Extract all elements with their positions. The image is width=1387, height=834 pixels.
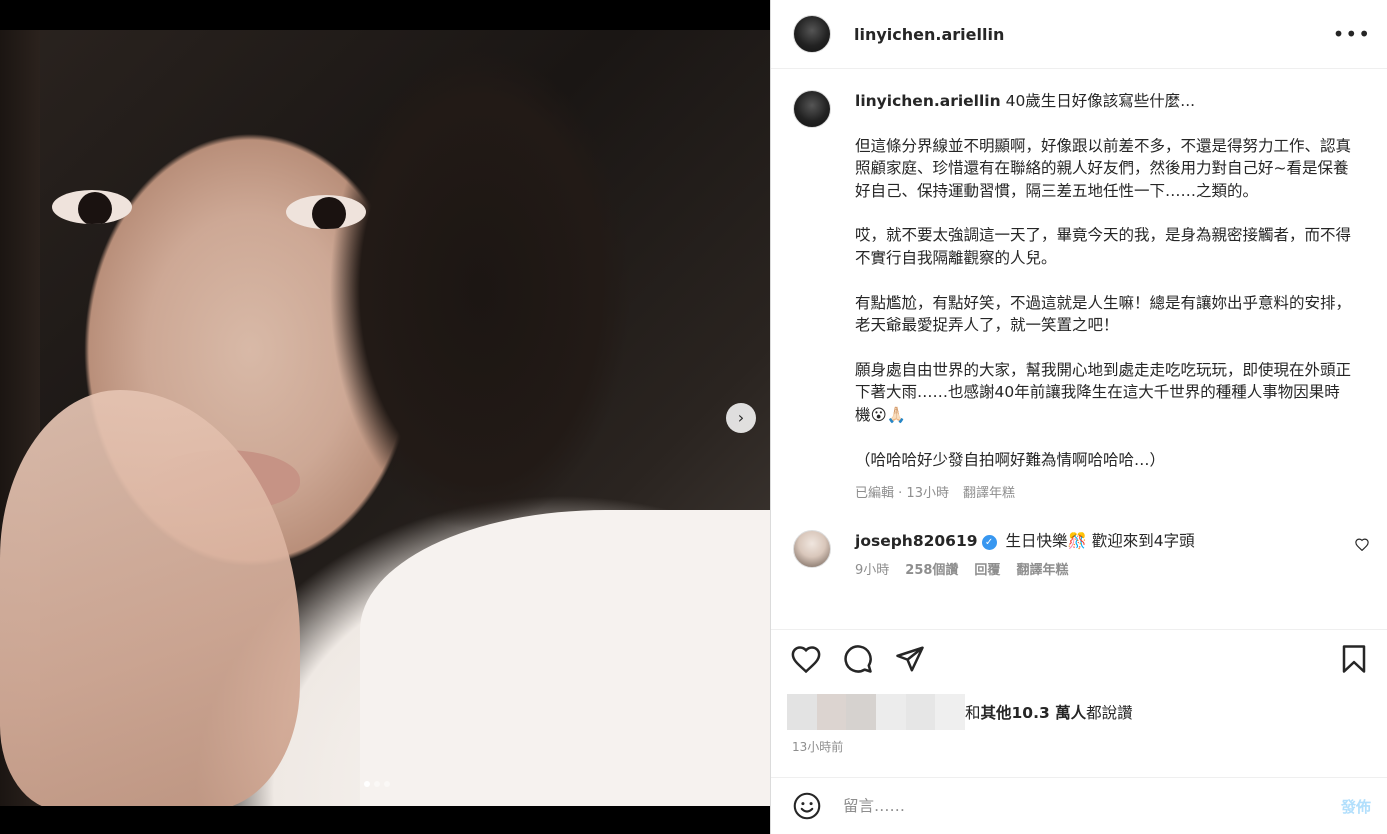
- action-bar: [789, 642, 1371, 676]
- blurred-liker-names: [787, 694, 966, 730]
- comment-line: joseph820619 ✓ 生日快樂🎊 歡迎來到4字頭: [855, 530, 1195, 552]
- photo-eye: [52, 190, 132, 224]
- avatar[interactable]: [793, 90, 831, 128]
- avatar[interactable]: [793, 15, 831, 53]
- caption-username[interactable]: linyichen.ariellin: [855, 92, 1001, 110]
- likes-summary: 和其他10.3 萬人都說讚: [787, 694, 1371, 730]
- photo-eye: [286, 195, 366, 229]
- translate-link[interactable]: 翻譯年糕: [963, 483, 1015, 506]
- comment-meta: 9小時 258個讚 回覆 翻譯年糕: [855, 560, 1195, 582]
- comment-time[interactable]: 9小時: [855, 560, 889, 582]
- caption-time: 已編輯 · 13小時: [855, 486, 949, 502]
- carousel-dot: [374, 781, 380, 787]
- post-time[interactable]: 13小時前: [792, 738, 843, 755]
- comment-username[interactable]: joseph820619: [855, 532, 978, 550]
- caption-paragraph: （哈哈哈好少發自拍啊好難為情啊哈哈哈…）: [855, 450, 1166, 469]
- blur-block: [787, 694, 817, 730]
- like-icon[interactable]: [789, 642, 823, 676]
- likes-suffix: 都說讚: [1086, 704, 1133, 722]
- comment-body: joseph820619 ✓ 生日快樂🎊 歡迎來到4字頭 9小時 258個讚 回覆…: [855, 530, 1195, 582]
- post-media: ›: [0, 0, 770, 834]
- comment-text: 生日快樂🎊 歡迎來到4字頭: [1005, 531, 1195, 550]
- translate-link[interactable]: 翻譯年糕: [1016, 560, 1068, 582]
- photo-shirt: [360, 510, 770, 806]
- comment-input[interactable]: [843, 797, 1341, 815]
- blur-block: [876, 694, 906, 730]
- likes-prefix: 和: [965, 704, 981, 722]
- likes-text[interactable]: 和其他10.3 萬人都說讚: [965, 701, 1133, 723]
- reply-button[interactable]: 回覆: [974, 560, 1000, 582]
- author-username[interactable]: linyichen.ariellin: [854, 25, 1004, 44]
- more-options-icon[interactable]: •••: [1333, 22, 1371, 46]
- bookmark-icon[interactable]: [1337, 642, 1371, 676]
- comment-like-icon[interactable]: [1355, 538, 1369, 555]
- share-icon[interactable]: [893, 642, 927, 676]
- likes-others[interactable]: 其他10.3 萬人: [981, 704, 1087, 722]
- caption-lead: 40歲生日好像該寫些什麼...: [1005, 92, 1196, 110]
- blur-block: [905, 694, 936, 730]
- edited-label: 已編輯: [855, 486, 895, 502]
- carousel-dot: [364, 781, 370, 787]
- caption-body: linyichen.ariellin 40歲生日好像該寫些什麼... 但這條分界…: [855, 90, 1355, 506]
- caption-paragraph: 哎，就不要太強調這一天了，畢竟今天的我，是身為親密接觸者，而不得不實行自我隔離觀…: [855, 226, 1352, 267]
- next-slide-button[interactable]: ›: [726, 403, 756, 433]
- blur-block: [935, 694, 966, 730]
- comment-icon[interactable]: [841, 642, 875, 676]
- photo-hair: [330, 30, 660, 590]
- avatar[interactable]: [793, 529, 831, 568]
- emoji-icon[interactable]: [793, 792, 821, 820]
- caption-timestamp[interactable]: 13小時: [906, 486, 949, 501]
- carousel-dot: [384, 781, 390, 787]
- comments-section[interactable]: linyichen.ariellin 40歲生日好像該寫些什麼... 但這條分界…: [771, 70, 1387, 630]
- caption-meta: 已編輯 · 13小時 翻譯年糕: [855, 483, 1355, 506]
- caption-lead-line: linyichen.ariellin 40歲生日好像該寫些什麼...: [855, 90, 1355, 113]
- comment-item: joseph820619 ✓ 生日快樂🎊 歡迎來到4字頭 9小時 258個讚 回覆…: [771, 506, 1387, 582]
- post-photo[interactable]: [0, 30, 770, 806]
- blur-block: [816, 694, 847, 730]
- caption-paragraph: 願身處自由世界的大家，幫我開心地到處走走吃吃玩玩，即使現在外頭正下著大雨……也感…: [855, 360, 1352, 424]
- add-comment-bar: 發佈: [771, 777, 1387, 834]
- carousel-indicator: [364, 781, 390, 787]
- caption: linyichen.ariellin 40歲生日好像該寫些什麼... 但這條分界…: [771, 70, 1387, 506]
- post-comment-button[interactable]: 發佈: [1341, 796, 1371, 817]
- post-panel: linyichen.ariellin ••• linyichen.arielli…: [770, 0, 1387, 834]
- comment-likes[interactable]: 258個讚: [905, 560, 958, 582]
- verified-badge-icon: ✓: [981, 534, 997, 550]
- blur-block: [846, 694, 877, 730]
- caption-paragraph: 但這條分界線並不明顯啊，好像跟以前差不多，不還是得努力工作、認真照顧家庭、珍惜還…: [855, 136, 1352, 200]
- post-header: linyichen.ariellin •••: [771, 0, 1387, 69]
- caption-paragraph: 有點尷尬，有點好笑，不過這就是人生嘛！總是有讓妳出乎意料的安排，老天爺最愛捉弄人…: [855, 293, 1352, 335]
